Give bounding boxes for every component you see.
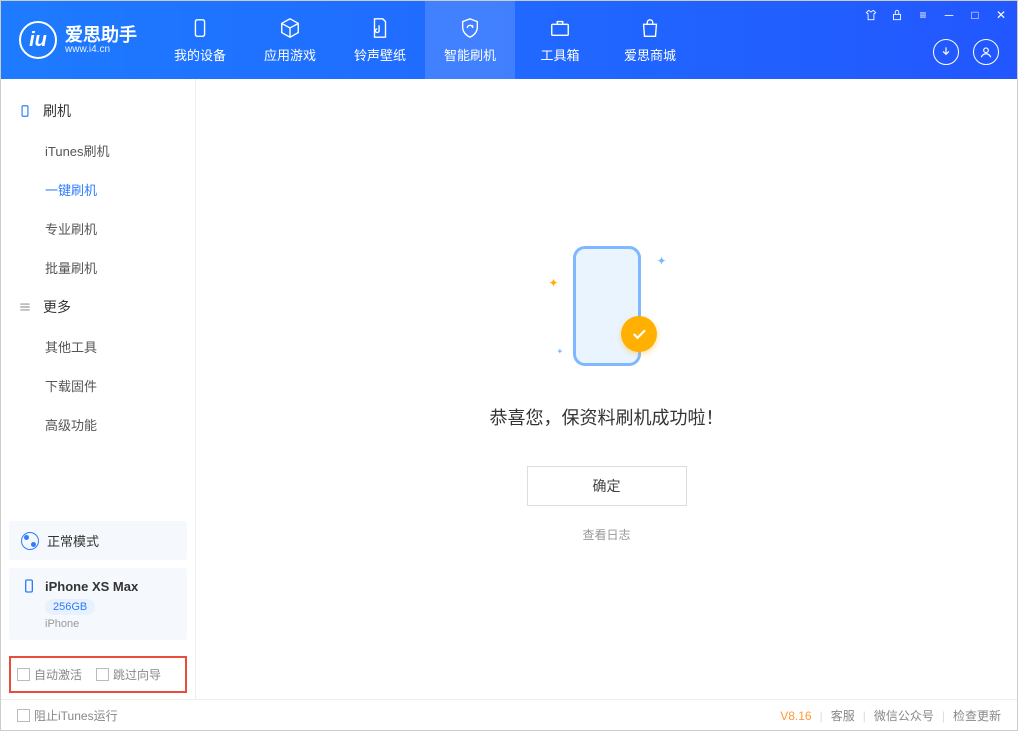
sidebar-item-download-firmware[interactable]: 下载固件: [1, 366, 195, 405]
success-illustration: ✦ ✦ ✦: [537, 236, 677, 376]
sidebar: 刷机 iTunes刷机 一键刷机 专业刷机 批量刷机 更多 其他工具 下载固件 …: [1, 79, 196, 699]
menu-icon[interactable]: ≡: [915, 7, 931, 23]
music-file-icon: [369, 17, 391, 39]
close-button[interactable]: ✕: [993, 7, 1009, 23]
sidebar-item-onekey-flash[interactable]: 一键刷机: [1, 170, 195, 209]
sidebar-item-itunes-flash[interactable]: iTunes刷机: [1, 131, 195, 170]
download-button[interactable]: [933, 39, 959, 65]
device-capacity: 256GB: [45, 599, 95, 615]
mode-label: 正常模式: [47, 531, 99, 550]
tab-toolbox[interactable]: 工具箱: [515, 1, 605, 79]
tab-smart-flash[interactable]: 智能刷机: [425, 1, 515, 79]
device-card[interactable]: iPhone XS Max 256GB iPhone: [9, 568, 187, 640]
success-message: 恭喜您，保资料刷机成功啦！: [490, 404, 724, 430]
checkbox-row-highlight: 自动激活 跳过向导: [9, 656, 187, 693]
sidebar-item-batch-flash[interactable]: 批量刷机: [1, 248, 195, 287]
checkbox-box-icon: [17, 709, 30, 722]
shirt-icon[interactable]: [863, 7, 879, 23]
sidebar-item-other-tools[interactable]: 其他工具: [1, 327, 195, 366]
app-logo: iu 爱思助手 www.i4.cn: [1, 21, 155, 59]
header-tabs: 我的设备 应用游戏 铃声壁纸 智能刷机 工具箱 爱思商城: [155, 1, 695, 79]
logo-icon: iu: [19, 21, 57, 59]
sparkle-icon: ✦: [656, 254, 666, 268]
checkbox-box-icon: [96, 668, 109, 681]
maximize-button[interactable]: □: [967, 7, 983, 23]
mode-card[interactable]: 正常模式: [9, 521, 187, 560]
sidebar-item-advanced[interactable]: 高级功能: [1, 405, 195, 444]
link-check-update[interactable]: 检查更新: [953, 707, 1001, 724]
sidebar-group-more: 更多: [1, 287, 195, 327]
phone-outline-icon: [17, 103, 33, 119]
tab-ringtone-wallpaper[interactable]: 铃声壁纸: [335, 1, 425, 79]
device-name: iPhone XS Max: [45, 579, 138, 594]
device-icon: [21, 578, 37, 594]
version-label: V8.16: [780, 709, 811, 723]
phone-icon: [189, 17, 211, 39]
lock-icon[interactable]: [889, 7, 905, 23]
link-support[interactable]: 客服: [831, 707, 855, 724]
minimize-button[interactable]: ─: [941, 7, 957, 23]
sparkle-icon: ✦: [557, 347, 564, 356]
list-icon: [17, 299, 33, 315]
checkbox-stop-itunes[interactable]: 阻止iTunes运行: [17, 707, 118, 724]
ok-button[interactable]: 确定: [527, 466, 687, 506]
checkbox-box-icon: [17, 668, 30, 681]
sparkle-icon: ✦: [549, 276, 559, 290]
cube-icon: [279, 17, 301, 39]
app-title: 爱思助手: [65, 26, 137, 44]
status-bar: 阻止iTunes运行 V8.16 | 客服 | 微信公众号 | 检查更新: [1, 699, 1017, 731]
shield-refresh-icon: [459, 17, 481, 39]
sidebar-group-flash: 刷机: [1, 91, 195, 131]
mode-icon: [21, 532, 39, 550]
app-header: iu 爱思助手 www.i4.cn 我的设备 应用游戏 铃声壁纸 智能刷机 工具…: [1, 1, 1017, 79]
briefcase-icon: [549, 17, 571, 39]
view-log-link[interactable]: 查看日志: [582, 526, 630, 543]
sidebar-item-pro-flash[interactable]: 专业刷机: [1, 209, 195, 248]
checkbox-auto-activate[interactable]: 自动激活: [17, 666, 82, 683]
check-badge-icon: [621, 316, 657, 352]
tab-store[interactable]: 爱思商城: [605, 1, 695, 79]
window-controls: ≡ ─ □ ✕: [863, 7, 1009, 23]
tab-apps-games[interactable]: 应用游戏: [245, 1, 335, 79]
link-wechat[interactable]: 微信公众号: [874, 707, 934, 724]
app-url: www.i4.cn: [65, 44, 137, 55]
header-action-icons: [933, 39, 999, 65]
user-button[interactable]: [973, 39, 999, 65]
shopping-bag-icon: [639, 17, 661, 39]
checkbox-skip-guide[interactable]: 跳过向导: [96, 666, 161, 683]
main-content: ✦ ✦ ✦ 恭喜您，保资料刷机成功啦！ 确定 查看日志: [196, 79, 1017, 699]
device-type: iPhone: [45, 618, 175, 630]
tab-my-device[interactable]: 我的设备: [155, 1, 245, 79]
